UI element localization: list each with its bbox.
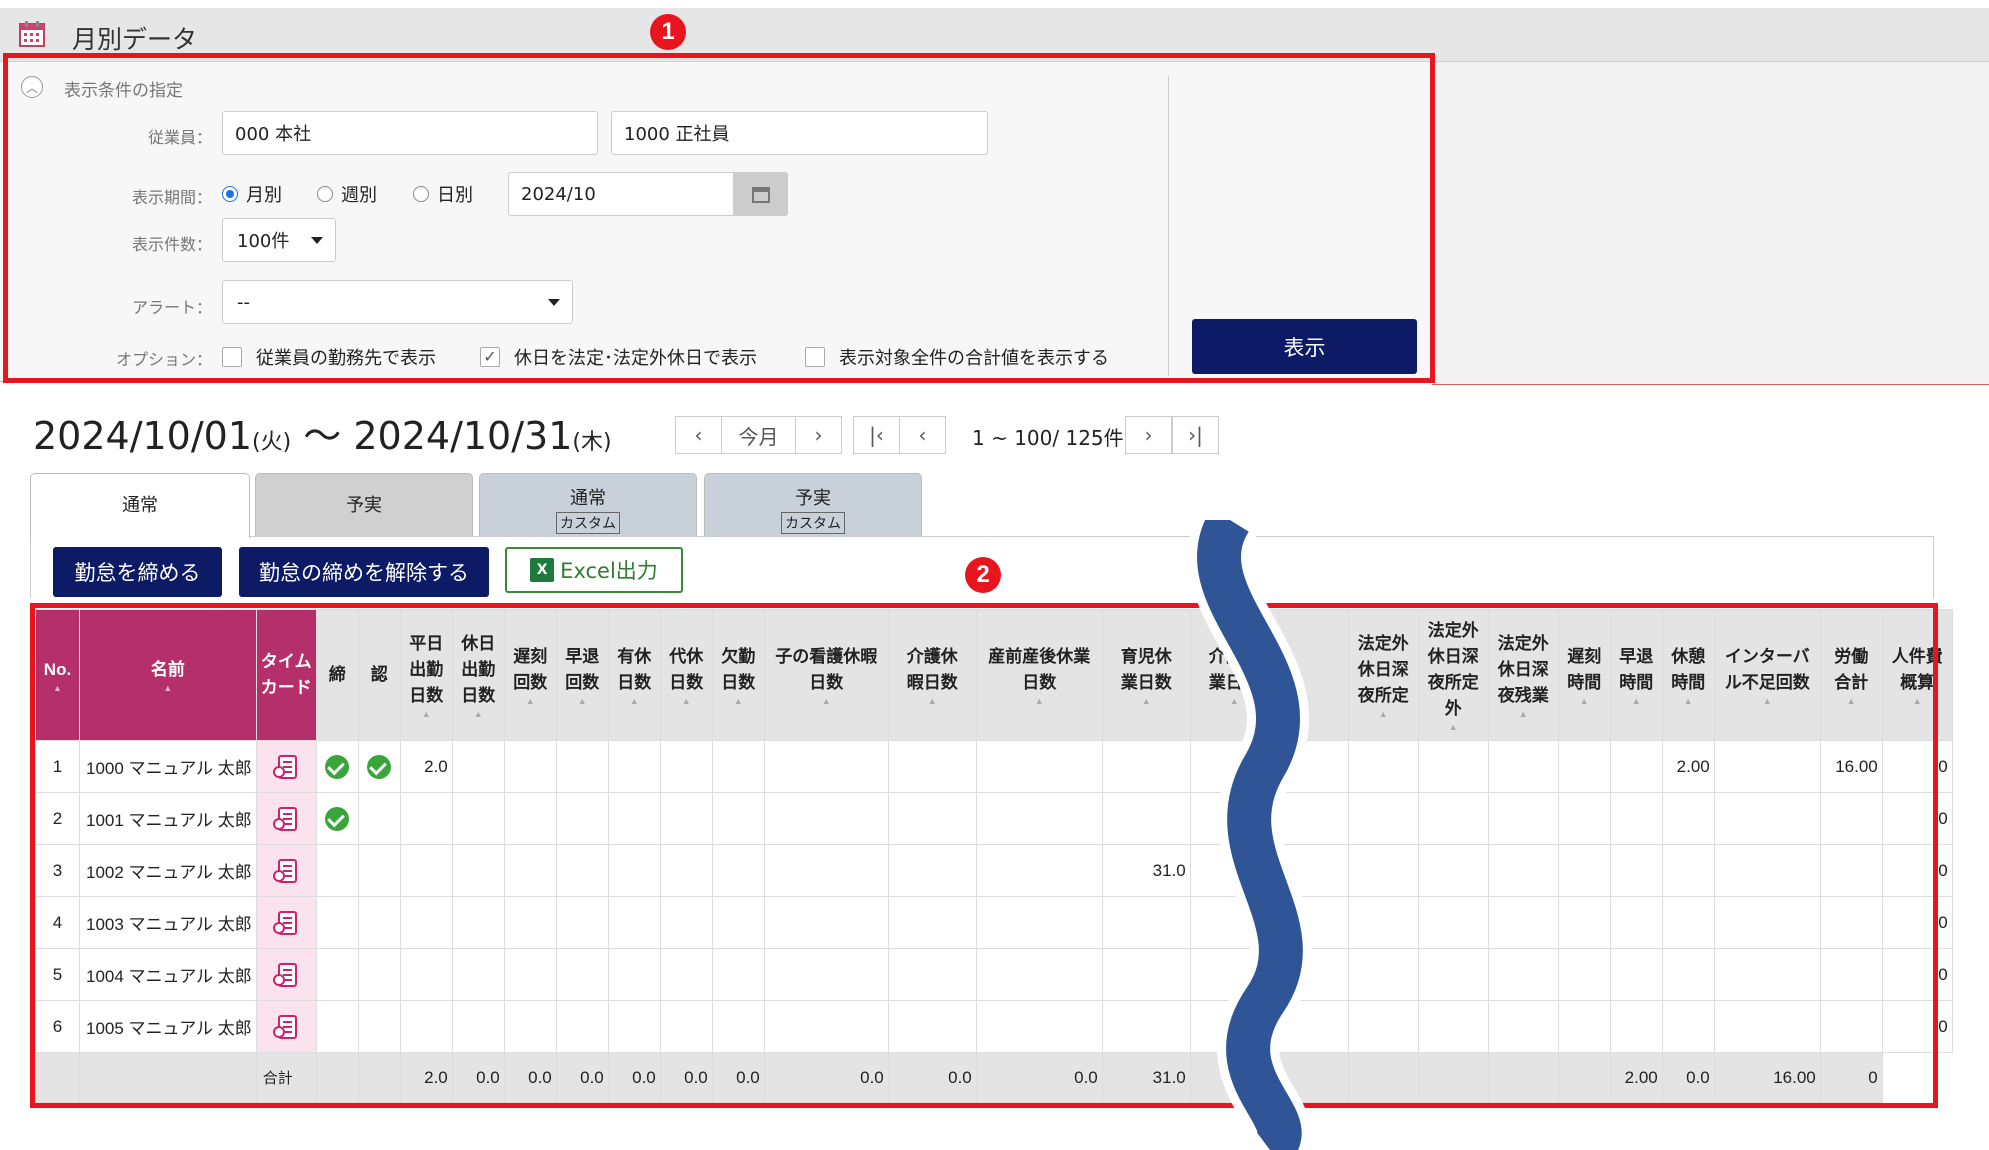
excel-icon: X: [530, 558, 555, 582]
marker-2: 2: [965, 557, 1001, 593]
this-month-button[interactable]: 今月: [721, 416, 796, 454]
tab-plan-actual-custom[interactable]: 予実 カスタム: [704, 473, 922, 537]
prev-page-button[interactable]: ‹: [899, 416, 946, 454]
calendar-icon: [19, 21, 45, 47]
last-page-icon: ›|: [1188, 423, 1203, 447]
first-page-button[interactable]: |‹: [853, 416, 900, 454]
highlight-box-2: [30, 603, 1938, 1108]
marker-1: 1: [650, 14, 686, 50]
tab-plan-actual[interactable]: 予実: [255, 473, 473, 537]
table-break-wave: [1190, 520, 1312, 1150]
date-range: 2024/10/01(火) 〜 2024/10/31(木): [33, 414, 612, 458]
first-page-icon: |‹: [869, 423, 884, 447]
pager-info: 1 ~ 100/ 125件: [972, 426, 1124, 450]
chevron-left-icon: ‹: [694, 423, 703, 447]
chevron-left-icon: ‹: [918, 423, 927, 447]
chevron-right-icon: ›: [1144, 423, 1153, 447]
unclose-attendance-button[interactable]: 勤怠の締めを解除する: [239, 547, 489, 597]
condition-panel-right: [1432, 62, 1989, 385]
last-page-button[interactable]: ›|: [1172, 416, 1219, 454]
page-title: 月別データ: [72, 25, 198, 54]
next-page-button[interactable]: ›: [1125, 416, 1172, 454]
close-attendance-button[interactable]: 勤怠を締める: [53, 547, 222, 597]
tab-normal-custom[interactable]: 通常 カスタム: [479, 473, 697, 537]
excel-export-button[interactable]: X Excel出力: [505, 547, 683, 593]
chevron-right-icon: ›: [814, 423, 823, 447]
prev-month-button[interactable]: ‹: [675, 416, 722, 454]
tab-normal[interactable]: 通常: [30, 473, 250, 538]
highlight-box-1: [3, 53, 1435, 383]
next-month-button[interactable]: ›: [795, 416, 842, 454]
